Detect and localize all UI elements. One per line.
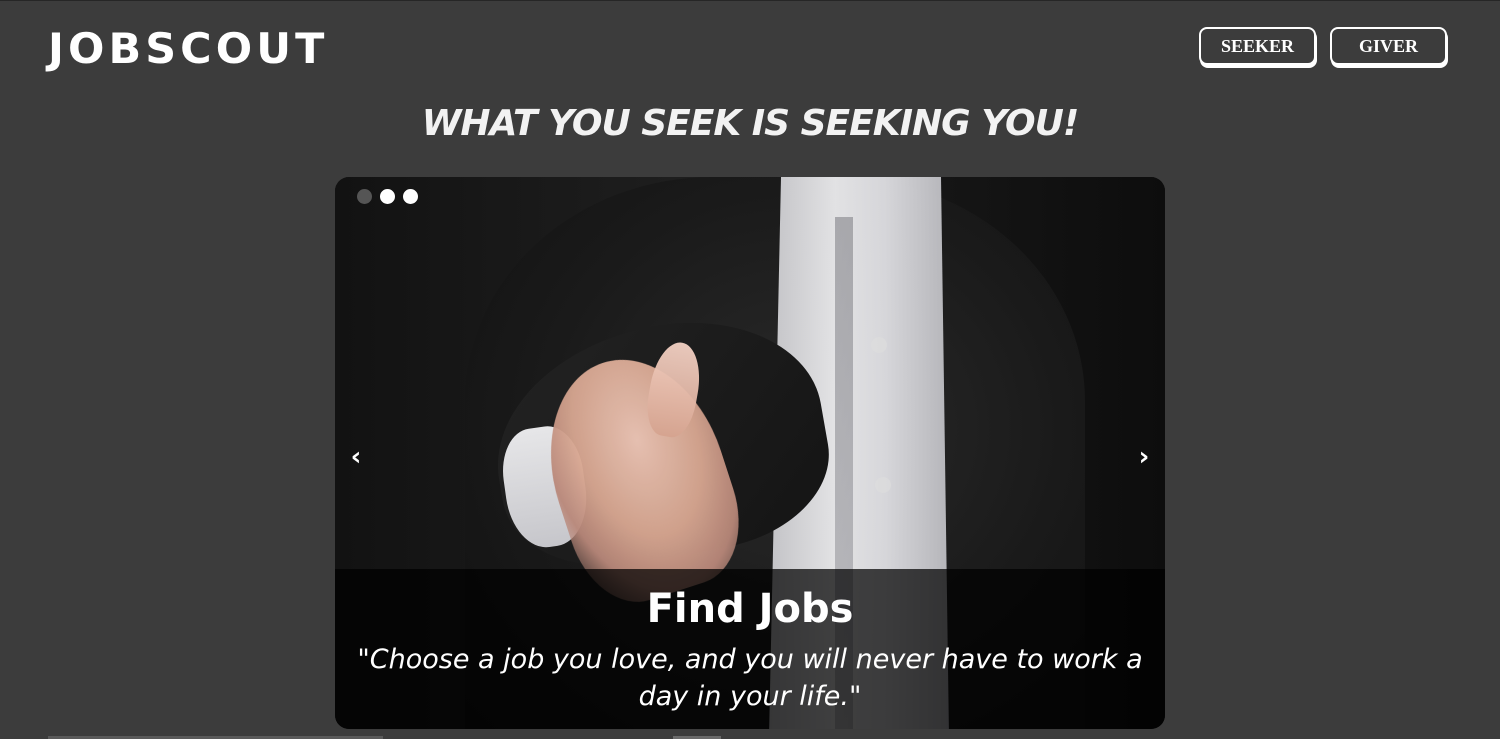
seeker-button[interactable]: SEEKER	[1199, 27, 1316, 65]
hero-carousel: ‹ › Find Jobs "Choose a job you love, an…	[335, 177, 1165, 729]
site-logo[interactable]: JOBSCOUT	[48, 24, 328, 74]
carousel-next-icon[interactable]: ›	[1131, 439, 1157, 475]
image-shirt-button	[871, 337, 887, 353]
tagline-heading: WHAT YOU SEEK IS SEEKING YOU!	[421, 103, 1080, 144]
top-nav: SEEKER GIVER	[1199, 27, 1447, 65]
caption-quote: "Choose a job you love, and you will nev…	[357, 644, 1143, 712]
carousel-indicators	[357, 189, 418, 204]
image-shirt-button	[875, 477, 891, 493]
carousel-indicator[interactable]	[403, 189, 418, 204]
carousel-indicator[interactable]	[380, 189, 395, 204]
giver-button[interactable]: GIVER	[1330, 27, 1447, 65]
caption-title: Find Jobs	[646, 586, 854, 632]
page: JOBSCOUT SEEKER GIVER WHAT YOU SEEK IS S…	[0, 0, 1500, 739]
carousel-caption: Find Jobs "Choose a job you love, and yo…	[335, 569, 1165, 729]
carousel-indicator[interactable]	[357, 189, 372, 204]
carousel-prev-icon[interactable]: ‹	[343, 439, 369, 475]
